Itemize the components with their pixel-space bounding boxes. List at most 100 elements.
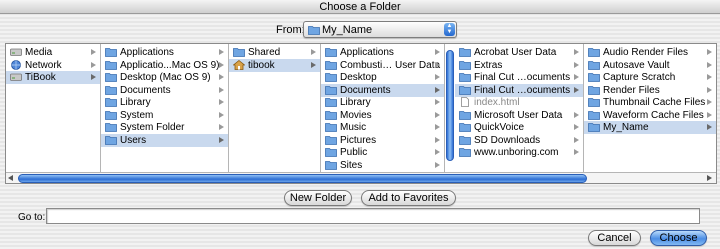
folder-icon bbox=[325, 135, 337, 145]
folder-icon bbox=[588, 48, 600, 57]
browser-item[interactable]: Music bbox=[321, 121, 444, 134]
browser-item[interactable]: Extras bbox=[455, 59, 583, 72]
browser-item-label: Documents bbox=[340, 84, 391, 96]
browser-item-label: Music bbox=[340, 122, 367, 133]
browser-item-label: Applications bbox=[340, 47, 394, 58]
browser-item-label: Desktop (Mac OS 9) bbox=[120, 72, 211, 83]
browser-item-label: Audio Render Files bbox=[603, 47, 689, 58]
browser-item[interactable]: Shared bbox=[229, 46, 320, 59]
browser-item[interactable]: index.html bbox=[455, 96, 583, 109]
chevron-right-icon bbox=[574, 124, 579, 130]
browser-item-label: Combusti… User Data bbox=[340, 59, 441, 71]
chevron-right-icon bbox=[219, 124, 224, 130]
from-row: From: My_Name ▲ ▼ bbox=[0, 21, 720, 39]
horizontal-scrollbar[interactable] bbox=[6, 172, 716, 183]
browser-item[interactable]: TiBook bbox=[6, 71, 100, 84]
go-to-field[interactable] bbox=[46, 208, 700, 224]
browser-item[interactable]: Users bbox=[101, 133, 228, 147]
vertical-scroll-thumb[interactable] bbox=[446, 50, 454, 161]
browser-item-label: Autosave Vault bbox=[603, 59, 670, 71]
chevron-right-icon bbox=[707, 99, 712, 105]
browser-item[interactable]: Applications bbox=[321, 46, 444, 59]
chevron-right-icon bbox=[219, 61, 224, 68]
browser-item[interactable]: Library bbox=[321, 96, 444, 109]
chevron-right-icon bbox=[707, 111, 712, 118]
chevron-right-icon bbox=[707, 86, 712, 93]
browser-item[interactable]: Sites bbox=[321, 159, 444, 172]
browser-item[interactable]: QuickVoice bbox=[455, 121, 583, 134]
browser-item[interactable]: Applicatio...Mac OS 9) bbox=[101, 59, 228, 72]
browser-item[interactable]: Combusti… User Data bbox=[321, 59, 444, 72]
folder-icon bbox=[308, 26, 320, 35]
browser-item[interactable]: Public bbox=[321, 146, 444, 159]
scroll-left-icon[interactable] bbox=[8, 175, 13, 181]
add-to-favorites-button[interactable]: Add to Favorites bbox=[361, 190, 456, 206]
chevron-right-icon bbox=[219, 99, 224, 105]
folder-icon bbox=[105, 98, 117, 107]
browser-item[interactable]: Thumbnail Cache Files bbox=[584, 96, 716, 109]
from-popup[interactable]: My_Name ▲ ▼ bbox=[303, 21, 457, 38]
browser-item[interactable]: Microsoft User Data bbox=[455, 109, 583, 122]
browser-item[interactable]: Documents bbox=[321, 83, 444, 97]
browser-item[interactable]: System Folder bbox=[101, 121, 228, 134]
browser-item[interactable]: tibook bbox=[229, 58, 320, 72]
chevron-right-icon bbox=[91, 49, 96, 55]
browser-item[interactable]: Applications bbox=[101, 46, 228, 59]
browser-item-label: index.html bbox=[474, 97, 520, 108]
drive-icon bbox=[10, 48, 22, 56]
browser-item[interactable]: Capture Scratch bbox=[584, 71, 716, 84]
browser-item[interactable]: Pictures bbox=[321, 134, 444, 147]
browser-item[interactable]: Documents bbox=[101, 84, 228, 97]
browser-item[interactable]: My_Name bbox=[584, 121, 716, 134]
browser-item[interactable]: System bbox=[101, 109, 228, 122]
browser-item[interactable]: Waveform Cache Files bbox=[584, 109, 716, 122]
folder-icon bbox=[459, 135, 471, 145]
browser-item[interactable]: Final Cut …ocuments bbox=[455, 83, 583, 97]
new-folder-button[interactable]: New Folder bbox=[284, 190, 352, 206]
browser-item[interactable]: Final Cut …ocuments bbox=[455, 71, 583, 84]
folder-icon bbox=[588, 110, 600, 120]
browser-item[interactable]: Audio Render Files bbox=[584, 46, 716, 59]
chevron-right-icon bbox=[435, 111, 440, 118]
browser-item[interactable]: Movies bbox=[321, 109, 444, 122]
browser-item-label: Extras bbox=[474, 59, 503, 71]
browser-item-label: SD Downloads bbox=[474, 134, 541, 146]
scroll-right-icon[interactable] bbox=[707, 175, 712, 181]
folder-icon bbox=[459, 110, 471, 120]
folder-icon bbox=[588, 98, 600, 107]
browser-item[interactable]: Desktop (Mac OS 9) bbox=[101, 71, 228, 84]
browser-item-label: Microsoft User Data bbox=[474, 109, 563, 121]
browser-item[interactable]: Autosave Vault bbox=[584, 59, 716, 72]
browser-item[interactable]: Library bbox=[101, 96, 228, 109]
browser-item[interactable]: Media bbox=[6, 46, 100, 59]
chevron-right-icon bbox=[219, 111, 224, 118]
chevron-right-icon bbox=[435, 161, 440, 168]
vertical-scrollbar[interactable] bbox=[445, 46, 455, 172]
chevron-right-icon bbox=[91, 61, 96, 68]
browser-item[interactable]: Render Files bbox=[584, 84, 716, 97]
chevron-right-icon bbox=[435, 124, 440, 130]
browser-item-label: My_Name bbox=[603, 122, 649, 133]
horizontal-scroll-thumb[interactable] bbox=[18, 174, 587, 183]
folder-icon bbox=[105, 110, 117, 120]
folder-icon bbox=[459, 60, 471, 70]
browser-item[interactable]: www.unboring.com bbox=[455, 146, 583, 159]
cancel-button[interactable]: Cancel bbox=[588, 230, 641, 246]
chevron-right-icon bbox=[574, 49, 579, 55]
chevron-right-icon bbox=[707, 74, 712, 80]
browser-item[interactable]: Network bbox=[6, 59, 100, 72]
chevron-right-icon bbox=[219, 74, 224, 80]
folder-icon bbox=[325, 123, 337, 132]
folder-icon bbox=[459, 148, 471, 157]
folder-icon bbox=[325, 148, 337, 157]
browser-item[interactable]: Desktop bbox=[321, 71, 444, 84]
popup-arrows-icon: ▲ ▼ bbox=[444, 23, 455, 36]
drive-icon bbox=[10, 73, 22, 81]
browser-item[interactable]: SD Downloads bbox=[455, 134, 583, 147]
folder-icon bbox=[105, 123, 117, 132]
browser-item-label: Capture Scratch bbox=[603, 72, 676, 83]
browser-item-label: TiBook bbox=[25, 72, 56, 83]
browser-item[interactable]: Acrobat User Data bbox=[455, 46, 583, 59]
choose-button[interactable]: Choose bbox=[650, 230, 707, 246]
browser-item-label: Desktop bbox=[340, 72, 377, 83]
